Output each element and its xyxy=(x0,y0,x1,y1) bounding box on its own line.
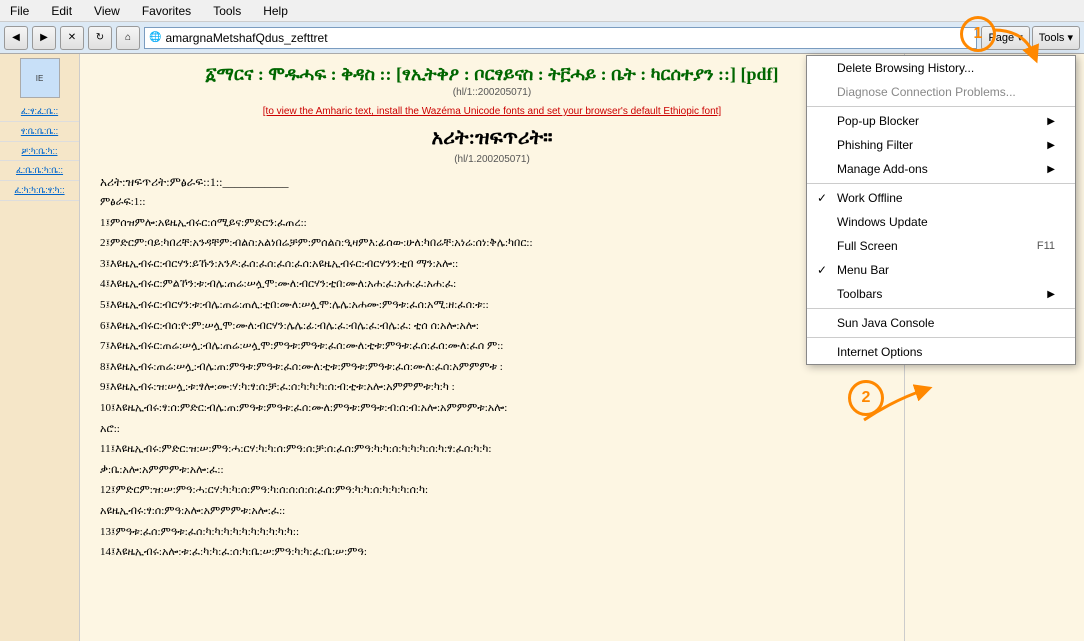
address-icon: 🌐 xyxy=(149,32,161,43)
separator-4 xyxy=(807,337,1075,338)
sidebar-item-0[interactable]: ፈ:ፃ:ፈ:ቤ:: xyxy=(0,102,79,122)
back-button[interactable]: ◀ xyxy=(4,26,28,50)
sidebar-item-3[interactable]: ፈ:ቤ:ቤ:ካ:ቤ:: xyxy=(0,161,79,181)
dropdown-work-offline[interactable]: ✓ Work Offline xyxy=(807,186,1075,210)
main-content: ፩ማርና : ሞዱሓፍ : ቅዳስ :: [ፃኢትቅዖ : ቦርፃይናስ : ት… xyxy=(80,54,904,641)
body-line-14: አዩዜኢብሩ:ፃ:ሰ:ምዓ:አሎ:አምምምቱ:አሎ:ፈ:: xyxy=(100,503,884,521)
body-line-5: 6፤እዩዜኢብሩር:ብሰ:ዮ:ም:ሠሏሞ:ሙለ:ብርሃን:ሌሌ:ፊ:ብሌ:ፈ:ብ… xyxy=(100,318,884,336)
dropdown-delete-browsing-history[interactable]: Delete Browsing History... xyxy=(807,56,1075,80)
menu-bar-check: ✓ xyxy=(817,263,827,277)
body-line-10: አሮ:: xyxy=(100,421,884,439)
body-line-15: 13፤ምዓቱ:ፈሰ:ምዓቱ:ፈሰ:ካ:ካ:ካ:ካ:ካ:ካ:ካ:ካ:ካ:ካ:: xyxy=(100,524,884,542)
sidebar-logo: IE xyxy=(20,58,60,98)
phishing-filter-arrow: ▶ xyxy=(1047,140,1055,151)
doc-title: አሪት:ዝፍጥሪት። xyxy=(100,127,884,150)
sidebar-item-1[interactable]: ፃ:ቤ:ቤ:ቤ:: xyxy=(0,122,79,142)
doc-subtitle: (hl/1.200205071) xyxy=(100,154,884,165)
delete-history-label: Delete Browsing History... xyxy=(837,61,974,75)
dropdown-popup-blocker[interactable]: Pop-up Blocker ▶ xyxy=(807,109,1075,133)
body-line-1: 2፤ምድርም:ባይ:ካበረቸ:አንዳቸም:ብልስ:አልነበሬቻም:ምሰልስ:ዒዛ… xyxy=(100,235,884,253)
separator-2 xyxy=(807,183,1075,184)
dropdown-phishing-filter[interactable]: Phishing Filter ▶ xyxy=(807,133,1075,157)
dropdown-internet-options[interactable]: Internet Options xyxy=(807,340,1075,364)
toolbars-arrow: ▶ xyxy=(1047,289,1055,300)
body-line-7: 8፤እዩዜኢብሩ:ጠሬ:ሠሏ:ብሌ:ጠ:ምዓቱ:ምዓቱ:ፈሰ:ሙለ:ቲቱ:ምዓቱ… xyxy=(100,359,884,377)
diagnose-label: Diagnose Connection Problems... xyxy=(837,85,1016,99)
address-bar[interactable]: 🌐 amargnaMetshafQdus_zefttret xyxy=(144,27,977,49)
menu-favorites[interactable]: Favorites xyxy=(136,2,197,20)
menu-view[interactable]: View xyxy=(88,2,126,20)
body-line-0: 1፤ምሰዝምሎ:አዩዜኢብሩር:ሰሚይና:ምድርን:ፈጠረ:: xyxy=(100,215,884,233)
refresh-button[interactable]: ↻ xyxy=(88,26,112,50)
forward-button[interactable]: ▶ xyxy=(32,26,56,50)
dropdown-toolbars[interactable]: Toolbars ▶ xyxy=(807,282,1075,306)
browser-toolbar: ◀ ▶ ✕ ↻ ⌂ 🌐 amargnaMetshafQdus_zefttret … xyxy=(0,22,1084,54)
windows-update-label: Windows Update xyxy=(837,215,928,229)
address-text: amargnaMetshafQdus_zefttret xyxy=(165,31,327,45)
body-line-2: 3፤እዩዜኢብሩር:ብርሃን:ይኹን:አንዶ:ፈሰ:ፈሰ:ፈሰ:ፈሰ:አዩዜኢብ… xyxy=(100,256,884,274)
dropdown-manage-addons[interactable]: Manage Add-ons ▶ xyxy=(807,157,1075,181)
body-line-6: 7፤እዩዜኢብሩር:ጠሬ:ሠሏ:ብሌ:ጠሬ:ሠሏሞ:ምዓቱ:ምዓቱ:ፈሰ:ሙለ:… xyxy=(100,338,884,356)
page-title-area: ፩ማርና : ሞዱሓፍ : ቅዳስ :: [ፃኢትቅዖ : ቦርፃይናስ : ት… xyxy=(100,64,884,98)
tools-button[interactable]: Tools ▾ xyxy=(1032,26,1080,50)
menu-bar-label: Menu Bar xyxy=(837,263,889,277)
dropdown-sun-java-console[interactable]: Sun Java Console xyxy=(807,311,1075,335)
menu-tools[interactable]: Tools xyxy=(207,2,247,20)
dropdown-menu-bar[interactable]: ✓ Menu Bar xyxy=(807,258,1075,282)
body-line-8: 9፤እዩዜኢብሩ:ዝ:ሠሏ:ቱ:ፃሎ:ሙ:ሃ:ካ:ፃ:ሰ:ቻ:ፈ:ሰ:ካ:ካ:ካ… xyxy=(100,379,884,397)
popup-blocker-label: Pop-up Blocker xyxy=(837,114,919,128)
sun-java-label: Sun Java Console xyxy=(837,316,934,330)
page-title: ፩ማርና : ሞዱሓፍ : ቅዳስ :: [ፃኢትቅዖ : ቦርፃይናስ : ት… xyxy=(100,64,884,85)
body-line-12: ቃ:ቤ:አሎ:አምምምቱ:አሎ:ፈ:: xyxy=(100,462,884,480)
page-button[interactable]: Page ▾ xyxy=(981,26,1029,50)
body-line-11: 11፤እዩዜኢብሩ:ምድር:ዝ:ሠ:ምዓ:ሓ:ርሃ:ካ:ካ:ሰ:ምዓ:ሰ:ቻ:ሰ… xyxy=(100,441,884,459)
sidebar-item-4[interactable]: ፈ:ካ:ካ:ቤ:ፃ:ካ:: xyxy=(0,181,79,201)
tools-dropdown-menu: Delete Browsing History... Diagnose Conn… xyxy=(806,55,1076,365)
manage-addons-label: Manage Add-ons xyxy=(837,162,928,176)
body-line-3: 4፤እዩዜኢብሩር:ምልኾን:ቱ:ብሌ:ጠሬ:ሠሏሞ:ሙለ:ብርሃን:ቲበ:ሙለ… xyxy=(100,276,884,294)
toolbars-label: Toolbars xyxy=(837,287,882,301)
body-line-4: 5፤እዩዜኢብሩር:ብርሃን:ቱ:ብሌ:ጠሬ:ጠሊ:ቲበ:ሙለ:ሠሏሞ:ሌሌ:አ… xyxy=(100,297,884,315)
body-line-16: 14፤እዩዜኢብሩ:አሎ:ቱ:ፈ:ካ:ካ:ፈ:ሰ:ካ:ቤ:ሠ:ምዓ:ካ:ካ:ፈ:… xyxy=(100,544,884,562)
browser-menu-bar: File Edit View Favorites Tools Help xyxy=(0,0,1084,22)
work-offline-check: ✓ xyxy=(817,191,827,205)
section-header: አሪት:ዝፍጥሪት:ምፅራፍ::1::___________ xyxy=(100,175,884,190)
home-button[interactable]: ⌂ xyxy=(116,26,140,50)
dropdown-windows-update[interactable]: Windows Update xyxy=(807,210,1075,234)
manage-addons-arrow: ▶ xyxy=(1047,164,1055,175)
menu-file[interactable]: File xyxy=(4,2,35,20)
work-offline-label: Work Offline xyxy=(837,191,903,205)
internet-options-label: Internet Options xyxy=(837,345,922,359)
stop-button[interactable]: ✕ xyxy=(60,26,84,50)
separator-3 xyxy=(807,308,1075,309)
full-screen-shortcut: F11 xyxy=(1037,240,1055,252)
page-subtitle: (hl/1::200205071) xyxy=(100,87,884,98)
toolbar-right-buttons: Page ▾ Tools ▾ xyxy=(981,26,1080,50)
install-notice: [to view the Amharic text, install the W… xyxy=(100,106,884,117)
body-text: ምፅራፍ:1:: 1፤ምሰዝምሎ:አዩዜኢብሩር:ሰሚይና:ምድርን:ፈጠረ::… xyxy=(100,194,884,562)
sidebar-item-2[interactable]: ቻ:ካ:ቤ:ካ:: xyxy=(0,142,79,162)
separator-1 xyxy=(807,106,1075,107)
body-line-13: 12፤ምድርም:ዝ:ሠ:ምዓ:ሓ:ርሃ:ካ:ካ:ሰ:ምዓ:ካ:ሰ:ሰ:ሰ:ሰ:ፈ… xyxy=(100,482,884,500)
menu-help[interactable]: Help xyxy=(257,2,294,20)
popup-blocker-arrow: ▶ xyxy=(1047,116,1055,127)
dropdown-diagnose-connection: Diagnose Connection Problems... xyxy=(807,80,1075,104)
phishing-filter-label: Phishing Filter xyxy=(837,138,913,152)
menu-edit[interactable]: Edit xyxy=(45,2,78,20)
body-line-9: 10፤እዩዜኢብሩ:ፃ:ሰ:ምድር:ብሌ:ጠ:ምዓቱ:ምዓቱ:ፈሰ:ሙለ:ምዓቱ… xyxy=(100,400,884,418)
sidebar: IE ፈ:ፃ:ፈ:ቤ:: ፃ:ቤ:ቤ:ቤ:: ቻ:ካ:ቤ:ካ:: ፈ:ቤ:ቤ:ካ… xyxy=(0,54,80,641)
dropdown-full-screen[interactable]: Full Screen F11 xyxy=(807,234,1075,258)
full-screen-label: Full Screen xyxy=(837,239,898,253)
section-start: ምፅራፍ:1:: xyxy=(100,194,884,212)
